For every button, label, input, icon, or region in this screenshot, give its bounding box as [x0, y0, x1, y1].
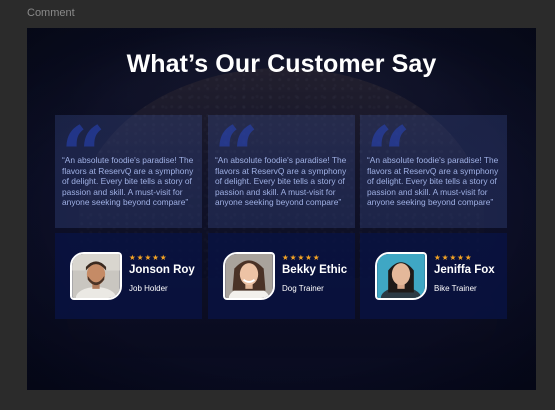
quote-box: “ “An absolute foodie's paradise! The fl… — [360, 115, 507, 228]
testimonial-card: “ “An absolute foodie's paradise! The fl… — [55, 115, 202, 319]
section-title: What’s Our Customer Say — [126, 50, 437, 78]
customer-info: ★★★★★ Jonson Roy Job Holder — [55, 233, 202, 319]
rating-stars: ★★★★★ — [434, 253, 473, 262]
customer-role: Job Holder — [129, 284, 168, 293]
customer-name: Jeniffa Fox — [434, 264, 495, 276]
testimonial-quote: “An absolute foodie's paradise! The flav… — [62, 155, 194, 208]
testimonial-section: What’s Our Customer Say “ “An absolute f… — [27, 28, 536, 390]
testimonial-quote: “An absolute foodie's paradise! The flav… — [367, 155, 499, 208]
avatar — [375, 252, 427, 300]
quote-box: “ “An absolute foodie's paradise! The fl… — [55, 115, 202, 228]
avatar — [70, 252, 122, 300]
testimonial-quote: “An absolute foodie's paradise! The flav… — [215, 155, 347, 208]
rating-stars: ★★★★★ — [129, 253, 168, 262]
customer-info: ★★★★★ Bekky Ethic Dog Trainer — [208, 233, 355, 319]
customer-name: Bekky Ethic — [282, 264, 348, 276]
customer-name: Jonson Roy — [129, 264, 195, 276]
testimonial-card: “ “An absolute foodie's paradise! The fl… — [208, 115, 355, 319]
customer-role: Dog Trainer — [282, 284, 324, 293]
quote-box: “ “An absolute foodie's paradise! The fl… — [208, 115, 355, 228]
comment-label: Comment — [27, 7, 75, 19]
testimonial-card: “ “An absolute foodie's paradise! The fl… — [360, 115, 507, 319]
avatar — [223, 252, 275, 300]
customer-role: Bike Trainer — [434, 284, 477, 293]
rating-stars: ★★★★★ — [282, 253, 321, 262]
customer-info: ★★★★★ Jeniffa Fox Bike Trainer — [360, 233, 507, 319]
